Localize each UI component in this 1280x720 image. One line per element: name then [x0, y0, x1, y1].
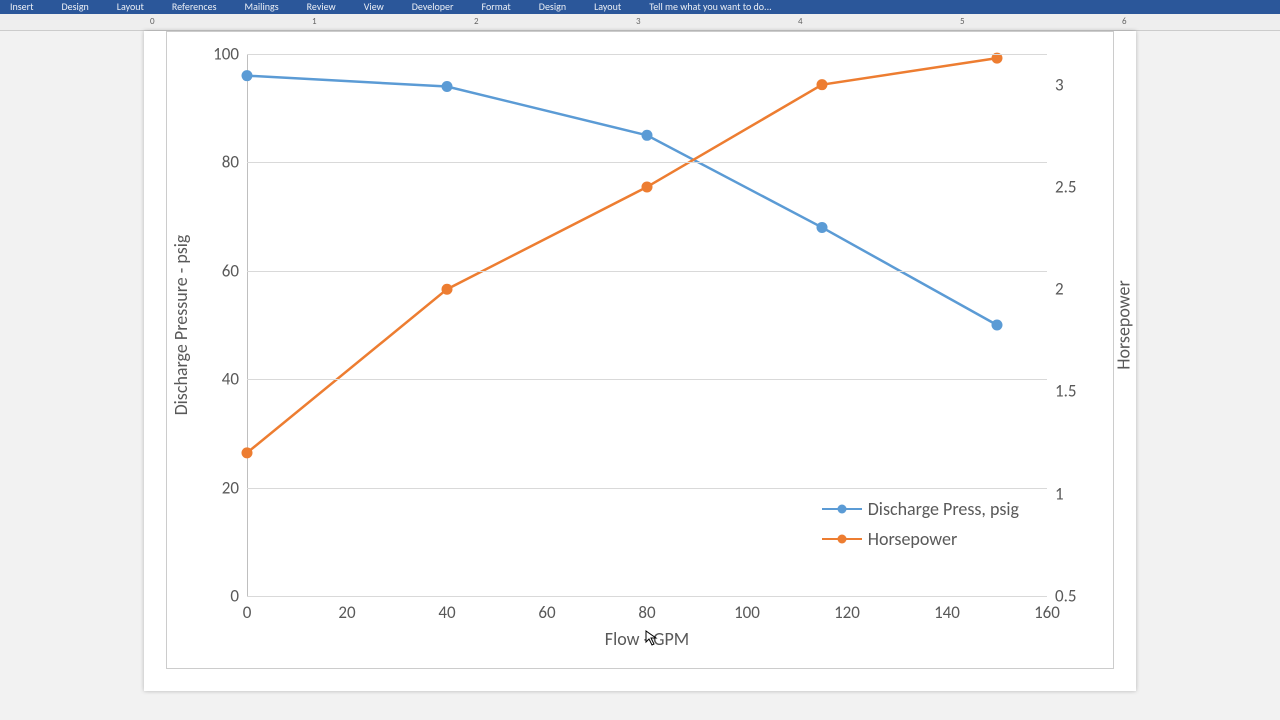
y2-tick: 2 [1055, 279, 1064, 300]
ribbon-tab[interactable]: Developer [412, 0, 454, 13]
y1-tick: 0 [230, 586, 239, 607]
x-tick: 40 [438, 602, 455, 623]
ribbon-tab[interactable]: Review [307, 0, 336, 13]
x-tick: 140 [934, 602, 960, 623]
ribbon-tab[interactable]: Format [482, 0, 511, 13]
x-tick: 100 [734, 602, 760, 623]
y2-tick: 2.5 [1055, 176, 1077, 197]
y2-axis-label: Horsepower [1112, 280, 1134, 370]
x-tick: 0 [243, 602, 252, 623]
y1-tick: 40 [222, 369, 239, 390]
ribbon-tabs[interactable]: Insert Design Layout References Mailings Revi… [0, 0, 1280, 14]
y1-tick: 60 [222, 260, 239, 281]
legend-label: Horsepower [868, 528, 958, 550]
y1-tick: 100 [213, 44, 239, 65]
y2-tick: 1.5 [1055, 381, 1077, 402]
plot-area: Discharge Pressure - psig Horsepower Flo… [247, 54, 1047, 596]
ribbon-tab[interactable]: Mailings [245, 0, 279, 13]
ribbon-tab[interactable]: Insert [10, 0, 34, 13]
document-page: Discharge Pressure - psig Horsepower Flo… [144, 31, 1136, 691]
legend-item[interactable]: Horsepower [822, 528, 1019, 550]
y1-axis-label: Discharge Pressure - psig [170, 235, 192, 416]
ruler: 01234567 [0, 14, 1280, 31]
ribbon-tab[interactable]: References [172, 0, 217, 13]
y2-tick: 1 [1055, 483, 1064, 504]
ribbon-tab[interactable]: View [364, 0, 384, 13]
x-tick: 160 [1034, 602, 1060, 623]
ribbon-tab[interactable]: Tell me what you want to do... [649, 0, 771, 13]
x-axis-label: Flow - GPM [605, 628, 689, 650]
chart-legend[interactable]: Discharge Press, psig Horsepower [822, 490, 1019, 550]
x-tick: 80 [638, 602, 655, 623]
x-tick: 60 [538, 602, 555, 623]
y1-tick: 80 [222, 152, 239, 173]
legend-label: Discharge Press, psig [868, 498, 1019, 520]
ribbon-tab[interactable]: Design [62, 0, 89, 13]
y2-tick: 3 [1055, 74, 1064, 95]
ribbon-tab[interactable]: Layout [594, 0, 621, 13]
x-tick: 120 [834, 602, 860, 623]
chart-object[interactable]: Discharge Pressure - psig Horsepower Flo… [166, 31, 1114, 669]
y1-tick: 20 [222, 477, 239, 498]
legend-item[interactable]: Discharge Press, psig [822, 498, 1019, 520]
ribbon-tab[interactable]: Design [539, 0, 566, 13]
x-tick: 20 [338, 602, 355, 623]
ribbon-tab[interactable]: Layout [117, 0, 144, 13]
